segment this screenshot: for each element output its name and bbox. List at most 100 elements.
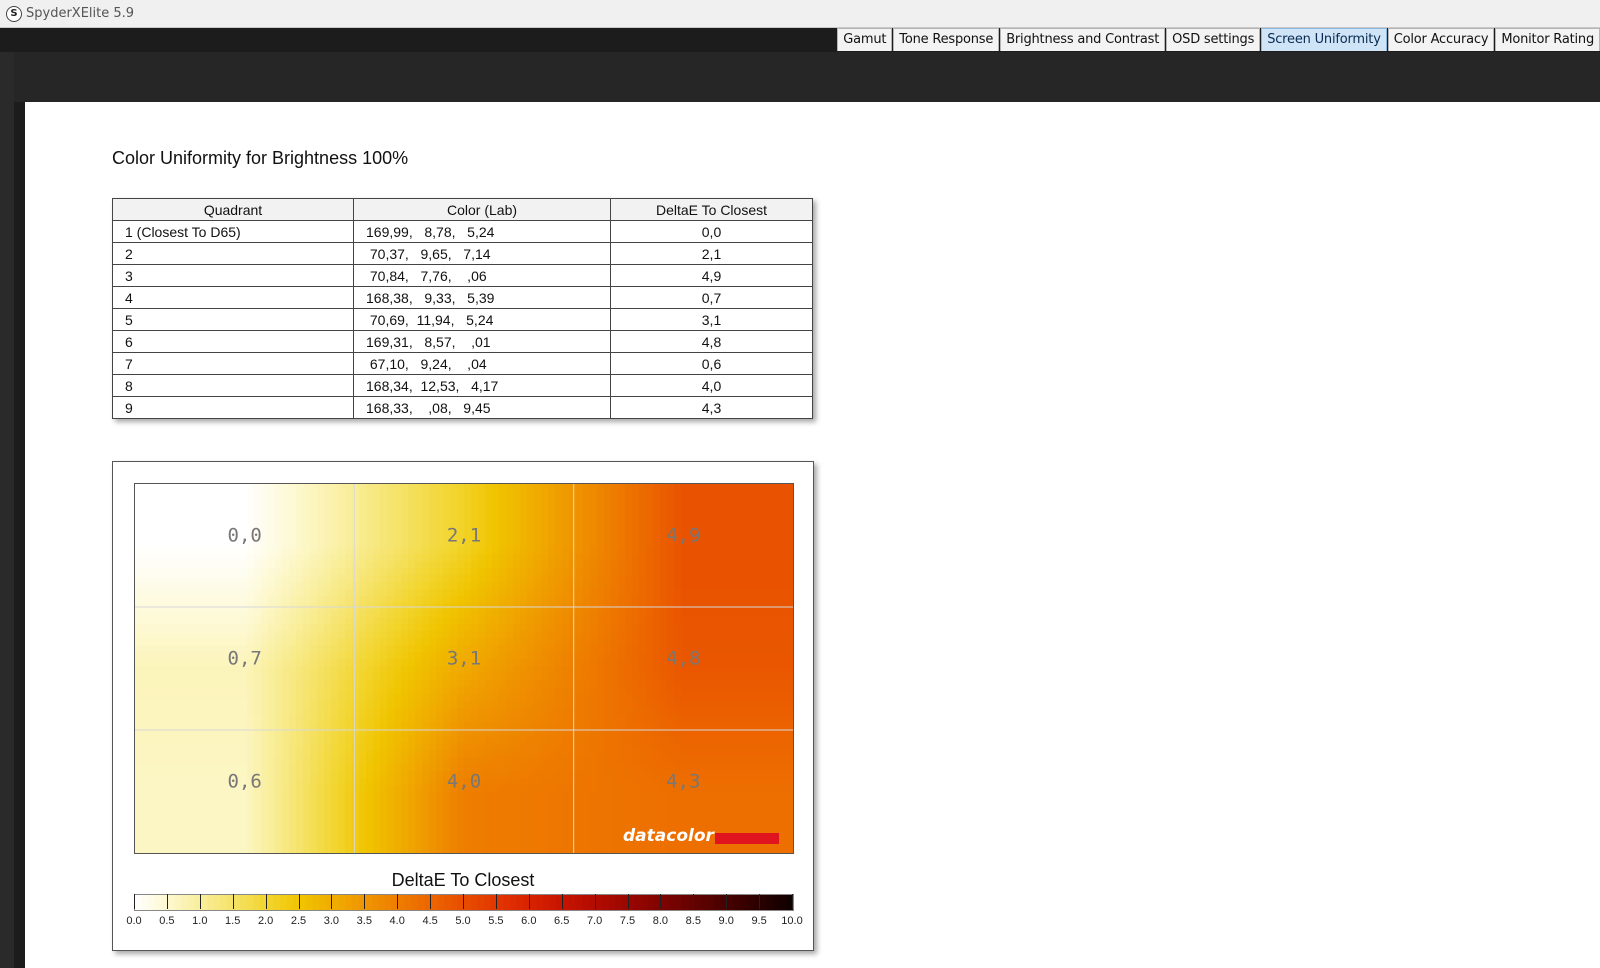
heatmap-cell <box>219 540 227 548</box>
heatmap-cell <box>233 722 241 730</box>
table-row: 6 169,31, 8,57, ,01 4,8 <box>112 330 813 353</box>
heatmap-cell <box>352 715 360 723</box>
heatmap-cell <box>415 631 423 639</box>
heatmap-cell <box>506 659 514 667</box>
cell-quadrant: 1 (Closest To D65) <box>112 220 354 243</box>
tab-brightness-contrast[interactable]: Brightness and Contrast <box>1000 28 1166 51</box>
heatmap-cell <box>170 848 178 853</box>
heatmap-cell <box>275 561 283 569</box>
tab-monitor-rating[interactable]: Monitor Rating <box>1495 28 1600 51</box>
heatmap-cell <box>681 708 689 716</box>
heatmap-cell <box>303 589 311 597</box>
heatmap-cell <box>422 820 430 828</box>
heatmap-cell <box>261 813 269 821</box>
heatmap-cell <box>303 820 311 828</box>
heatmap-cell <box>478 505 486 513</box>
heatmap-cell <box>583 687 591 695</box>
heatmap-cell <box>555 841 563 849</box>
heatmap-cell <box>240 568 248 576</box>
heatmap-cell <box>730 708 738 716</box>
heatmap-cell <box>408 736 416 744</box>
tab-screen-uniformity[interactable]: Screen Uniformity <box>1261 28 1387 51</box>
heatmap-cell <box>702 680 710 688</box>
heatmap-cell <box>527 617 535 625</box>
heatmap-cell <box>723 785 731 793</box>
heatmap-cell <box>576 575 584 583</box>
heatmap-cell <box>723 778 731 786</box>
heatmap-cell <box>751 568 759 576</box>
heatmap-cell <box>492 799 500 807</box>
heatmap-cell <box>177 512 185 520</box>
heatmap-cell <box>471 743 479 751</box>
heatmap-cell <box>471 806 479 814</box>
heatmap-cell <box>275 694 283 702</box>
heatmap-cell <box>317 785 325 793</box>
heatmap-cell <box>534 764 542 772</box>
heatmap-cell <box>548 512 556 520</box>
heatmap-cell <box>443 757 451 765</box>
heatmap-cell <box>674 582 682 590</box>
heatmap-cell <box>177 806 185 814</box>
heatmap-cell <box>478 848 486 853</box>
heatmap-cell <box>583 561 591 569</box>
heatmap-cell <box>562 610 570 618</box>
heatmap-cell <box>604 589 612 597</box>
heatmap-cell <box>702 582 710 590</box>
tab-osd-settings[interactable]: OSD settings <box>1166 28 1261 51</box>
heatmap-cell <box>737 708 745 716</box>
heatmap-cell <box>450 575 458 583</box>
heatmap-cell <box>226 813 234 821</box>
heatmap-cell <box>268 512 276 520</box>
heatmap-cell <box>520 596 528 604</box>
heatmap-cell <box>366 484 374 492</box>
heatmap-cell <box>401 750 409 758</box>
heatmap-cell <box>184 645 192 653</box>
heatmap-cell <box>170 547 178 555</box>
heatmap-cell <box>366 659 374 667</box>
heatmap-cell <box>737 631 745 639</box>
heatmap-cell <box>303 512 311 520</box>
heatmap-cell <box>240 631 248 639</box>
heatmap-cell <box>730 757 738 765</box>
heatmap-cell <box>744 519 752 527</box>
heatmap-cell <box>737 750 745 758</box>
heatmap-cell <box>639 659 647 667</box>
heatmap-cell <box>149 491 157 499</box>
heatmap-cell <box>191 722 199 730</box>
heatmap-cell <box>373 694 381 702</box>
heatmap-cell <box>254 582 262 590</box>
heatmap-cell <box>457 582 465 590</box>
heatmap-cell <box>555 673 563 681</box>
heatmap-cell <box>422 841 430 849</box>
heatmap-cell <box>737 638 745 646</box>
heatmap-cell <box>597 771 605 779</box>
heatmap-cell <box>352 491 360 499</box>
heatmap-cell <box>156 638 164 646</box>
heatmap-cell <box>422 666 430 674</box>
tab-color-accuracy[interactable]: Color Accuracy <box>1387 28 1495 51</box>
tab-tone-response[interactable]: Tone Response <box>893 28 1000 51</box>
heatmap-cell <box>695 498 703 506</box>
heatmap-cell <box>597 694 605 702</box>
heatmap-cell <box>730 610 738 618</box>
heatmap-cell <box>135 505 143 513</box>
heatmap-cell <box>639 806 647 814</box>
heatmap-cell <box>646 526 654 534</box>
heatmap-cell <box>723 743 731 751</box>
heatmap-cell <box>660 498 668 506</box>
heatmap-cell <box>219 792 227 800</box>
heatmap-cell <box>415 792 423 800</box>
heatmap-cell <box>233 610 241 618</box>
heatmap-cell <box>499 820 507 828</box>
heatmap-cell <box>184 526 192 534</box>
heatmap-cell <box>541 799 549 807</box>
heatmap-cell <box>345 547 353 555</box>
heatmap-cell <box>275 785 283 793</box>
tab-gamut[interactable]: Gamut <box>837 28 893 51</box>
heatmap-cell <box>492 848 500 853</box>
heatmap-cell <box>562 792 570 800</box>
heatmap-cell <box>492 491 500 499</box>
heatmap-cell <box>681 638 689 646</box>
heatmap-cell <box>667 687 675 695</box>
heatmap-cell <box>296 687 304 695</box>
